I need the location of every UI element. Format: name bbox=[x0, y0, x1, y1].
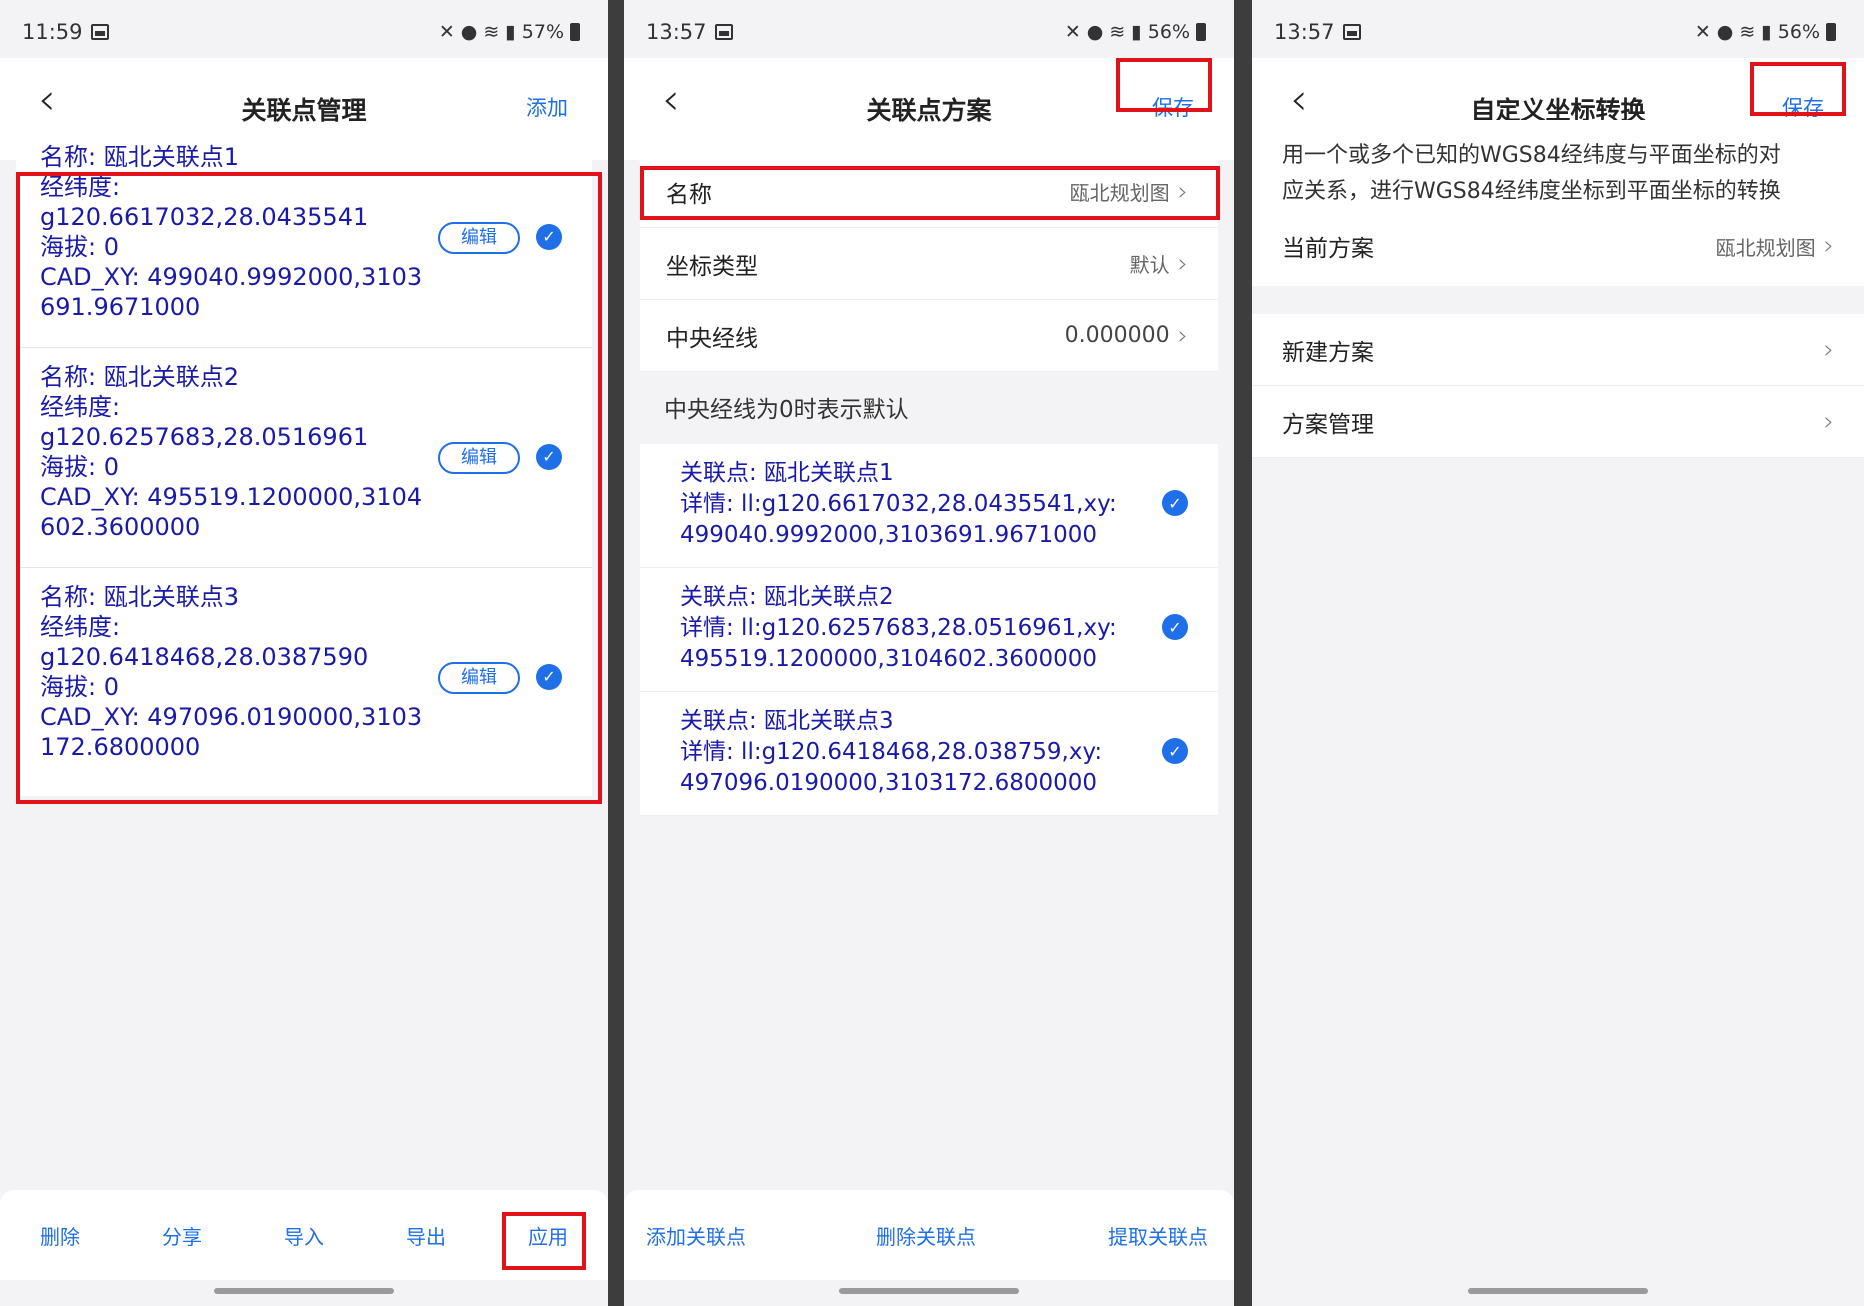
link-title: 关联点: 瓯北关联点1 bbox=[680, 460, 894, 486]
add-button[interactable]: 添加 bbox=[526, 92, 568, 122]
row-label: 坐标类型 bbox=[666, 253, 758, 280]
scheme-management-row[interactable]: 方案管理 › bbox=[1252, 386, 1864, 458]
battery-icon bbox=[570, 23, 580, 41]
gallery-icon bbox=[90, 24, 109, 40]
link-title: 关联点: 瓯北关联点3 bbox=[680, 708, 894, 734]
home-indicator bbox=[214, 1288, 394, 1294]
link-detail-cont: 495519.1200000,3104602.3600000 bbox=[680, 646, 1098, 672]
export-button[interactable]: 导出 bbox=[406, 1221, 446, 1250]
battery-level: 56% bbox=[1147, 21, 1190, 43]
location-icon: ● bbox=[1086, 21, 1104, 43]
intro-card: 用一个或多个已知的WGS84经纬度与平面坐标的对 应关系，进行WGS84经纬度坐… bbox=[1252, 120, 1864, 286]
screen-custom-transform: 13:57 ✕ ● ≋ ▮ 56% ‹ 自定义坐标转换 保存 用一个或多个已知的WGS8… bbox=[1252, 0, 1864, 1306]
link-detail: 详情: ll:g120.6418468,28.038759,xy: bbox=[680, 739, 1103, 765]
list-item[interactable]: 关联点: 瓯北关联点3 详情: ll:g120.6418468,28.03875… bbox=[640, 692, 1218, 816]
add-point-button[interactable]: 添加关联点 bbox=[646, 1221, 746, 1250]
chevron-right-icon: › bbox=[1823, 231, 1834, 261]
page-title: 关联点方案 bbox=[866, 96, 992, 125]
description-text-cont: 应关系，进行WGS84经纬度坐标到平面坐标的转换 bbox=[1282, 179, 1781, 204]
gallery-icon bbox=[1342, 24, 1361, 40]
link-title: 关联点: 瓯北关联点2 bbox=[680, 584, 894, 610]
new-scheme-row[interactable]: 新建方案 › bbox=[1252, 314, 1864, 386]
back-icon[interactable]: ‹ bbox=[38, 78, 56, 122]
status-time: 13:57 bbox=[1274, 20, 1335, 44]
battery-level: 56% bbox=[1777, 21, 1820, 43]
list-item[interactable]: 关联点: 瓯北关联点1 详情: ll:g120.6617032,28.04355… bbox=[640, 444, 1218, 568]
row-label: 新建方案 bbox=[1282, 339, 1374, 366]
chevron-right-icon: › bbox=[1823, 406, 1834, 437]
location-icon: ● bbox=[1716, 21, 1734, 43]
row-label: 方案管理 bbox=[1282, 411, 1374, 438]
check-icon[interactable]: ✓ bbox=[1162, 490, 1188, 516]
screen-point-management: 11:59 ✕ ● ≋ ▮ 57% ‹ 关联点管理 添加 名称: 瓯北关联点1 经纬度:… bbox=[0, 0, 608, 1306]
mute-icon: ✕ bbox=[1694, 21, 1711, 43]
row-value: 默认 bbox=[1129, 253, 1170, 277]
battery-icon bbox=[1196, 23, 1206, 41]
chevron-right-icon: › bbox=[1177, 248, 1188, 279]
hint-text: 中央经线为0时表示默认 bbox=[664, 397, 909, 423]
signal-icon: ▮ bbox=[1761, 21, 1772, 43]
link-detail: 详情: ll:g120.6257683,28.0516961,xy: bbox=[680, 615, 1117, 641]
home-indicator bbox=[839, 1288, 1019, 1294]
link-detail: 详情: ll:g120.6617032,28.0435541,xy: bbox=[680, 491, 1117, 517]
status-bar: 11:59 ✕ ● ≋ ▮ 57% bbox=[0, 6, 608, 58]
central-meridian-row[interactable]: 中央经线 0.000000 › bbox=[640, 300, 1218, 372]
battery-level: 57% bbox=[521, 21, 564, 43]
link-detail-cont: 497096.0190000,3103172.6800000 bbox=[680, 770, 1098, 796]
wifi-icon: ≋ bbox=[1109, 21, 1126, 43]
status-bar: 13:57 ✕ ● ≋ ▮ 56% bbox=[1252, 6, 1864, 58]
highlight-box bbox=[1116, 58, 1212, 112]
current-scheme-row[interactable]: 当前方案 瓯北规划图 › bbox=[1282, 218, 1834, 274]
share-button[interactable]: 分享 bbox=[162, 1221, 202, 1250]
location-icon: ● bbox=[460, 21, 478, 43]
status-bar: 13:57 ✕ ● ≋ ▮ 56% bbox=[624, 6, 1234, 58]
coord-type-row[interactable]: 坐标类型 默认 › bbox=[640, 228, 1218, 300]
current-scheme-value: 瓯北规划图 bbox=[1715, 235, 1816, 260]
check-icon[interactable]: ✓ bbox=[1162, 614, 1188, 640]
highlight-box bbox=[16, 172, 602, 804]
status-time: 13:57 bbox=[646, 20, 707, 44]
chevron-right-icon: › bbox=[1177, 320, 1188, 351]
wifi-icon: ≋ bbox=[483, 21, 500, 43]
screen-point-scheme: 13:57 ✕ ● ≋ ▮ 56% ‹ 关联点方案 保存 名称 瓯北规划图 › 坐标类型… bbox=[624, 0, 1234, 1306]
link-detail-cont: 499040.9992000,3103691.9671000 bbox=[680, 522, 1098, 548]
row-value: 0.000000 bbox=[1064, 323, 1170, 348]
mute-icon: ✕ bbox=[1064, 21, 1081, 43]
signal-icon: ▮ bbox=[505, 21, 516, 43]
home-indicator bbox=[1468, 1288, 1648, 1294]
mute-icon: ✕ bbox=[438, 21, 455, 43]
wifi-icon: ≋ bbox=[1739, 21, 1756, 43]
signal-icon: ▮ bbox=[1131, 21, 1142, 43]
status-time: 11:59 bbox=[22, 20, 83, 44]
extract-point-button[interactable]: 提取关联点 bbox=[1108, 1221, 1208, 1250]
point-name: 名称: 瓯北关联点1 bbox=[40, 143, 239, 171]
description-text: 用一个或多个已知的WGS84经纬度与平面坐标的对 bbox=[1282, 143, 1781, 168]
import-button[interactable]: 导入 bbox=[284, 1221, 324, 1250]
battery-icon bbox=[1826, 23, 1836, 41]
highlight-box bbox=[640, 166, 1220, 220]
delete-point-button[interactable]: 删除关联点 bbox=[876, 1221, 976, 1250]
back-icon[interactable]: ‹ bbox=[662, 78, 680, 122]
row-label: 中央经线 bbox=[666, 325, 758, 352]
highlight-box bbox=[1750, 62, 1846, 116]
check-icon[interactable]: ✓ bbox=[1162, 738, 1188, 764]
highlight-box bbox=[502, 1212, 586, 1270]
delete-button[interactable]: 删除 bbox=[40, 1221, 80, 1250]
list-item[interactable]: 关联点: 瓯北关联点2 详情: ll:g120.6257683,28.05169… bbox=[640, 568, 1218, 692]
chevron-right-icon: › bbox=[1823, 334, 1834, 365]
back-icon[interactable]: ‹ bbox=[1290, 78, 1308, 122]
gallery-icon bbox=[714, 24, 733, 40]
page-title: 关联点管理 bbox=[241, 96, 367, 125]
bottom-toolbar: 添加关联点 删除关联点 提取关联点 bbox=[624, 1190, 1234, 1280]
current-scheme-label: 当前方案 bbox=[1282, 236, 1374, 262]
